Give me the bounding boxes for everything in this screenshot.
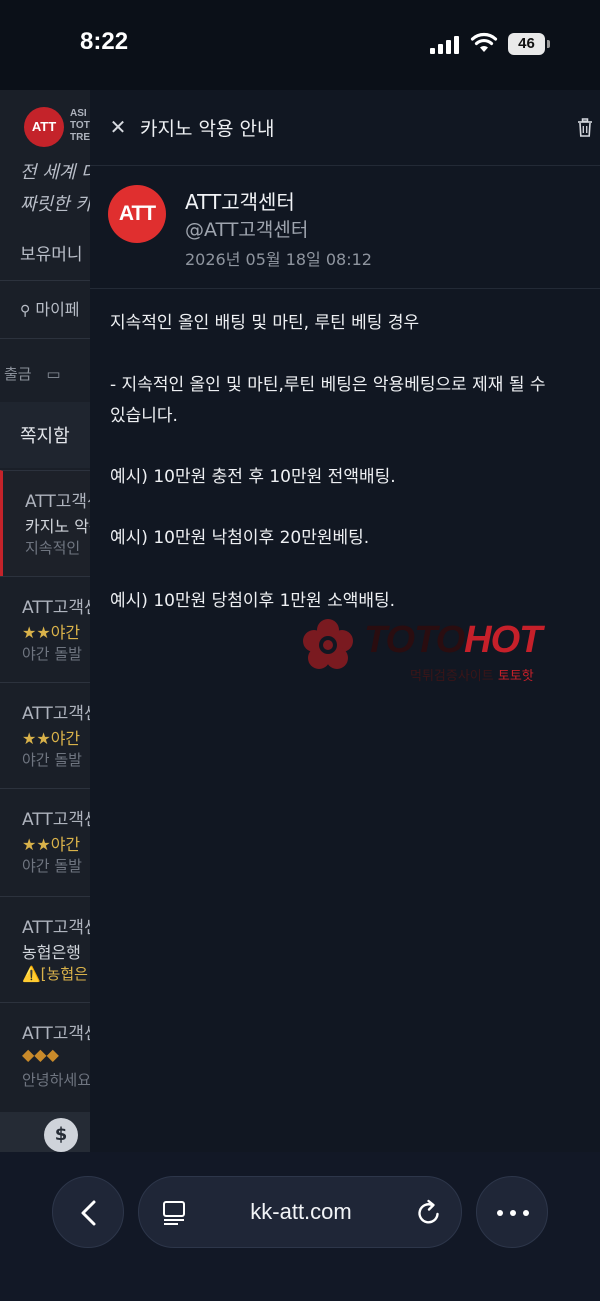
status-time: 8:22 <box>80 28 129 55</box>
wifi-icon <box>470 32 498 52</box>
trash-icon[interactable] <box>577 118 593 138</box>
more-button[interactable] <box>476 1176 548 1248</box>
list-item[interactable]: ATT고객센 ◆◆◆ 안녕하세요 <box>0 1002 90 1112</box>
list-item[interactable]: ATT고객센 ★★야간 야간 돌발 <box>0 788 90 896</box>
close-icon[interactable]: ✕ <box>108 114 128 140</box>
background-page: ATT ASI TOT TRE 전 세계 대 짜릿한 카 보유머니 ⚲ 마이페 … <box>0 90 90 1152</box>
message-heading: 지속적인 올인 배팅 및 마틴, 루틴 베팅 경우 <box>110 313 420 333</box>
panel-header: ✕ 카지노 악용 안내 <box>90 90 600 166</box>
message-detail-panel: ✕ 카지노 악용 안내 ATT ATT고객센터 @ATT고객센터 2026년 0… <box>90 90 600 1152</box>
coin-icon[interactable]: $ <box>44 1118 78 1152</box>
browser-toolbar: kk-att.com <box>0 1152 600 1301</box>
chevron-left-icon <box>81 1200 96 1226</box>
bottom-nav: $ <box>0 1112 90 1152</box>
ticket-icon: ▭ <box>46 365 61 383</box>
list-item[interactable]: ATT고객센 카지노 악용 지속적인 <box>0 470 90 576</box>
site-logo-text: ASI TOT TRE <box>70 108 90 143</box>
slogan-line: 전 세계 대 <box>20 162 90 183</box>
list-item[interactable]: ATT고객센 ★★야간 야간 돌발 <box>0 576 90 682</box>
watermark: TOTOHOT 먹튀검증사이트 토토핫 <box>298 615 598 695</box>
message-example: 예시) 10만원 당첨이후 1만원 소액배팅. <box>110 591 396 611</box>
sender-handle: @ATT고객센터 <box>185 219 309 241</box>
watermark-brand: TOTOHOT <box>364 619 542 661</box>
message-warning-line: 있습니다. <box>110 406 178 426</box>
battery-icon: 46 <box>508 33 550 55</box>
address-bar[interactable]: kk-att.com <box>138 1176 462 1248</box>
message-example: 예시) 10만원 충전 후 10만원 전액배팅. <box>110 467 396 487</box>
status-bar: 8:22 46 <box>0 0 600 90</box>
battery-level: 46 <box>508 33 545 55</box>
user-icon: ⚲ <box>20 303 31 319</box>
slogan-line: 짜릿한 카 <box>20 194 90 215</box>
back-button[interactable] <box>52 1176 124 1248</box>
site-logo[interactable]: ATT <box>24 107 64 147</box>
withdraw-link[interactable]: 출금 ▭ <box>4 363 61 384</box>
sender-info: ATT ATT고객센터 @ATT고객센터 2026년 05월 18일 08:12 <box>90 166 600 289</box>
sender-name: ATT고객센터 <box>185 190 295 214</box>
message-warning-line: - 지속적인 올인 및 마틴,루틴 베팅은 악용베팅으로 제재 될 수 <box>110 375 546 395</box>
message-example: 예시) 10만원 낙첨이후 20만원베팅. <box>110 528 370 548</box>
message-date: 2026년 05월 18일 08:12 <box>185 250 372 269</box>
list-item[interactable]: ATT고객센 ★★야간 야간 돌발 <box>0 682 90 788</box>
balance-label: 보유머니 <box>20 245 83 265</box>
reader-icon[interactable] <box>161 1200 187 1226</box>
list-item[interactable]: ATT고객센 농협은행 ⚠️[농협은 <box>0 896 90 1002</box>
url-text[interactable]: kk-att.com <box>199 1199 403 1225</box>
tab-messages[interactable]: 쪽지함 <box>0 402 90 468</box>
signal-icon <box>430 34 462 54</box>
panel-title: 카지노 악용 안내 <box>140 118 275 140</box>
flower-logo-icon <box>303 619 353 669</box>
avatar: ATT <box>108 185 166 243</box>
reload-icon[interactable] <box>415 1199 443 1227</box>
mypage-link[interactable]: ⚲ 마이페 <box>20 296 80 320</box>
watermark-tagline: 먹튀검증사이트 토토핫 <box>410 669 534 684</box>
